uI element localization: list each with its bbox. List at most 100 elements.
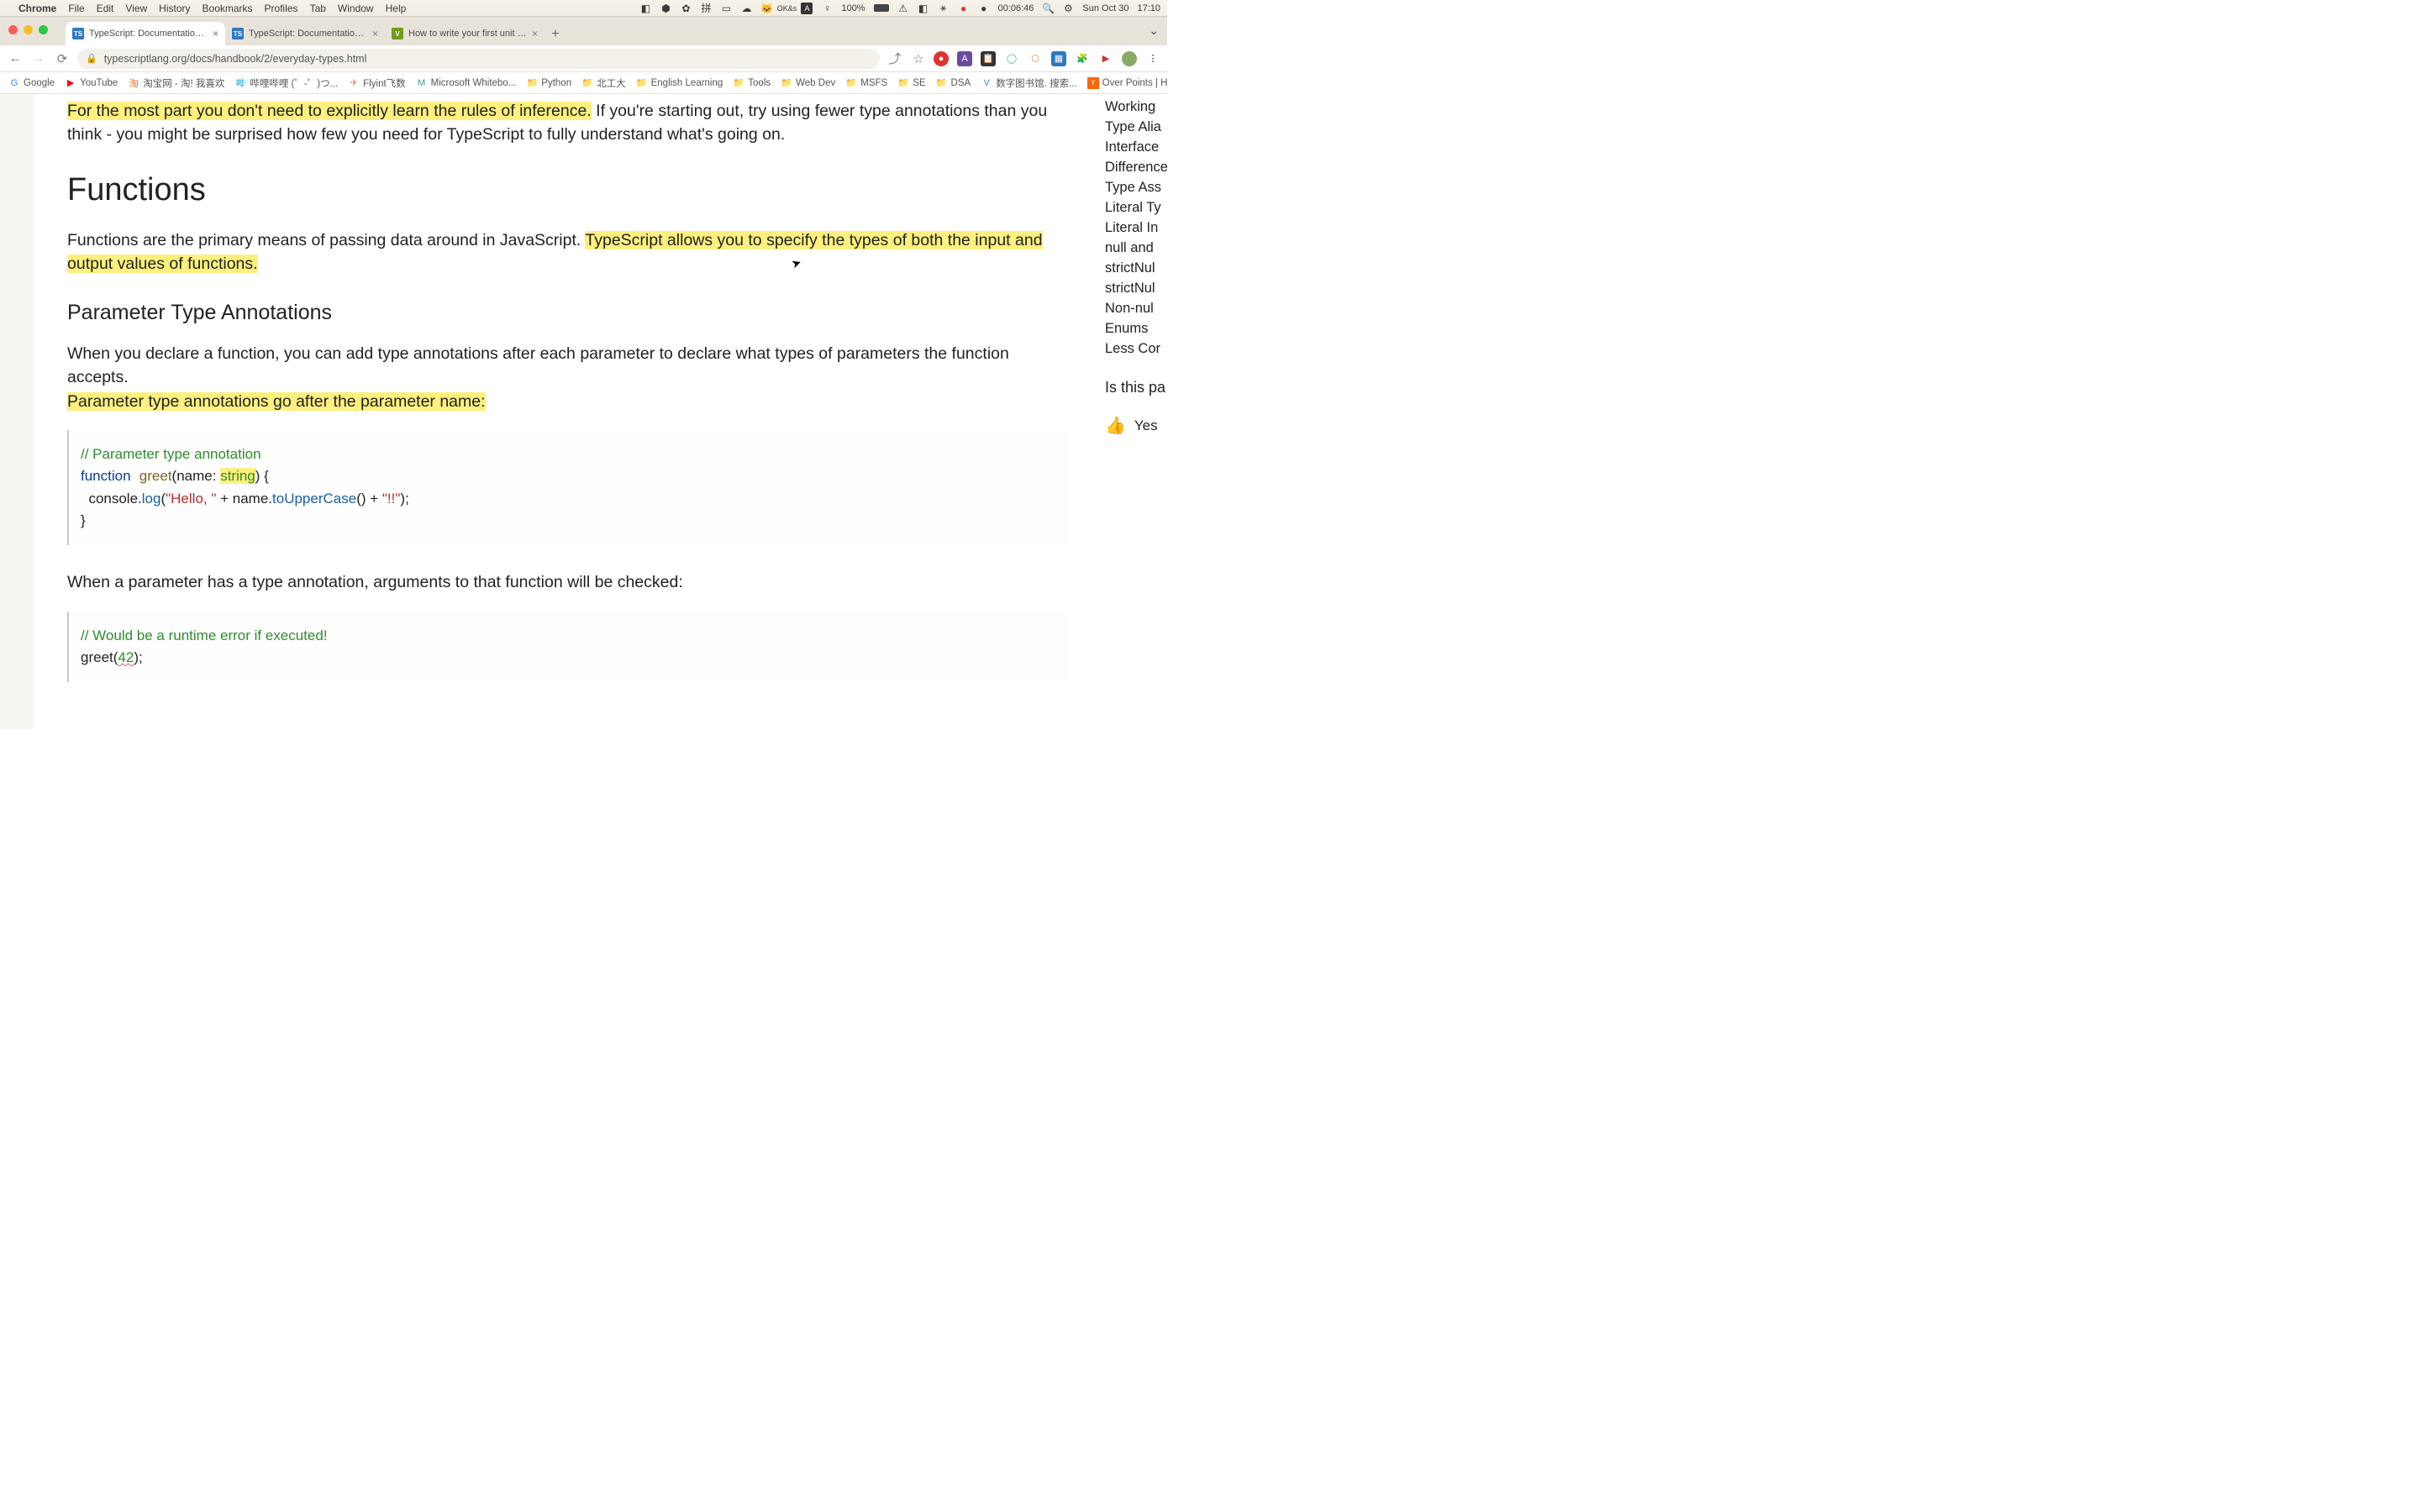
code-number-error: 42 <box>118 649 134 665</box>
tab-typescript-2[interactable]: TS TypeScript: Documentation - N × <box>225 22 385 45</box>
bookmark-google[interactable]: GGoogle <box>8 77 55 89</box>
tabs-menu-button[interactable]: ⌄ <box>1149 24 1159 38</box>
new-tab-button[interactable]: + <box>544 24 566 45</box>
bookmark-folder-english[interactable]: 📁English Learning <box>636 77 723 89</box>
feedback-yes-button[interactable]: 👍 Yes <box>1105 415 1167 436</box>
bookmark-taobao[interactable]: 淘淘宝网 - 淘! 我喜欢 <box>128 76 224 90</box>
toc-item[interactable]: Difference <box>1105 160 1167 176</box>
toc-item[interactable]: Type Alia <box>1105 119 1167 135</box>
toc-item[interactable]: Type Ass <box>1105 180 1167 196</box>
bookmark-folder-msfs[interactable]: 📁MSFS <box>845 77 887 89</box>
tab-title: How to write your first unit tes <box>408 29 527 39</box>
toc-item[interactable]: Enums <box>1105 321 1167 337</box>
reload-button[interactable]: ⟳ <box>54 50 71 67</box>
toolbar: ← → ⟳ 🔒 typescriptlang.org/docs/handbook… <box>0 45 1167 72</box>
menubar-date[interactable]: Sun Oct 30 <box>1082 3 1128 13</box>
time-elapsed[interactable]: 00:06:46 <box>998 3 1034 13</box>
code-text: + name. <box>216 491 272 507</box>
maximize-window-button[interactable] <box>39 25 48 34</box>
menu-profiles[interactable]: Profiles <box>265 3 298 14</box>
close-window-button[interactable] <box>8 25 18 34</box>
status-icon[interactable]: ▭ <box>720 3 732 14</box>
menu-window[interactable]: Window <box>338 3 374 14</box>
toc-item[interactable]: Interface <box>1105 139 1167 155</box>
bookmark-bilibili[interactable]: 哔哔哩哔哩 (゜-゜)つ... <box>234 76 338 90</box>
extension-icon[interactable]: 📋 <box>981 51 996 66</box>
profile-avatar[interactable] <box>1122 51 1137 66</box>
menu-file[interactable]: File <box>68 3 84 14</box>
code-text: (name: <box>172 468 221 484</box>
extensions-menu-icon[interactable]: 🧩 <box>1075 51 1090 66</box>
forward-button[interactable]: → <box>30 50 47 67</box>
bluetooth-icon[interactable]: ⚹ <box>938 3 950 14</box>
close-tab-icon[interactable]: × <box>532 28 538 39</box>
menu-tab[interactable]: Tab <box>310 3 326 14</box>
bookmark-folder-python[interactable]: 📁Python <box>526 77 571 89</box>
status-icon[interactable]: ● <box>978 3 990 14</box>
status-icon[interactable]: ♀ <box>821 3 833 14</box>
toc-item[interactable]: Working <box>1105 99 1167 115</box>
chrome-menu-icon[interactable]: ⋮ <box>1145 51 1160 66</box>
status-icon[interactable]: A <box>801 3 813 14</box>
toc-item[interactable]: strictNul <box>1105 260 1167 276</box>
tab-typescript-1[interactable]: TS TypeScript: Documentation - E × <box>66 22 225 45</box>
toc-item[interactable]: strictNul <box>1105 281 1167 297</box>
battery-icon[interactable] <box>874 4 889 12</box>
toc-item[interactable]: Non-nul <box>1105 301 1167 317</box>
bookmark-bar: GGoogle ▶YouTube 淘淘宝网 - 淘! 我喜欢 哔哔哩哔哩 (゜-… <box>0 72 1167 94</box>
back-button[interactable]: ← <box>7 50 24 67</box>
extension-icon[interactable]: ▦ <box>1051 51 1066 66</box>
menu-bookmarks[interactable]: Bookmarks <box>203 3 253 14</box>
url-text: typescriptlang.org/docs/handbook/2/every… <box>104 53 367 65</box>
close-tab-icon[interactable]: × <box>372 28 378 39</box>
code-string: "Hello, " <box>166 491 216 507</box>
status-icon[interactable]: 🐱 <box>760 3 772 14</box>
close-tab-icon[interactable]: × <box>213 28 218 39</box>
extension-icon[interactable]: ▶ <box>1098 51 1113 66</box>
code-keyword: function <box>81 468 131 484</box>
bookmark-folder-tools[interactable]: 📁Tools <box>733 77 771 89</box>
bookmark-flyint[interactable]: ✈Flyint飞数 <box>348 76 405 90</box>
bookmark-library[interactable]: V数字图书馆. 搜索... <box>981 76 1076 90</box>
toc-item[interactable]: Literal Ty <box>1105 200 1167 216</box>
tab-vitest[interactable]: V How to write your first unit tes × <box>385 22 544 45</box>
status-icon[interactable]: ☁ <box>740 3 752 14</box>
extension-icon[interactable]: ◯ <box>1004 51 1019 66</box>
menu-history[interactable]: History <box>159 3 190 14</box>
search-icon[interactable]: 🔍 <box>1042 3 1054 14</box>
status-icon[interactable]: ● <box>958 3 970 14</box>
menu-edit[interactable]: Edit <box>97 3 114 14</box>
extension-icon[interactable]: A <box>957 51 972 66</box>
minimize-window-button[interactable] <box>24 25 33 34</box>
menu-view[interactable]: View <box>125 3 147 14</box>
bookmark-folder-bjut[interactable]: 📁北工大 <box>581 76 626 90</box>
lock-icon[interactable]: 🔒 <box>86 53 97 64</box>
app-name[interactable]: Chrome <box>18 3 56 14</box>
status-icon[interactable]: ◧ <box>918 3 929 14</box>
bookmark-folder-webdev[interactable]: 📁Web Dev <box>781 77 835 89</box>
status-icon[interactable]: 拼 <box>700 3 712 14</box>
bookmark-folder-se[interactable]: 📁SE <box>897 77 925 89</box>
status-icon[interactable]: OK&s <box>781 3 792 14</box>
battery-percent[interactable]: 100% <box>841 3 865 13</box>
toc-item[interactable]: null and <box>1105 240 1167 256</box>
status-icon[interactable]: ◧ <box>639 3 651 14</box>
status-icon[interactable]: ⬢ <box>660 3 671 14</box>
menubar-time[interactable]: 17:10 <box>1137 3 1160 13</box>
bookmark-star-button[interactable]: ☆ <box>910 50 927 67</box>
bookmark-youtube[interactable]: ▶YouTube <box>65 77 118 89</box>
address-bar[interactable]: 🔒 typescriptlang.org/docs/handbook/2/eve… <box>77 49 880 69</box>
status-icon[interactable]: ✿ <box>680 3 692 14</box>
menu-help[interactable]: Help <box>386 3 407 14</box>
toc-item[interactable]: Literal In <box>1105 220 1167 236</box>
wifi-icon[interactable]: ⚠ <box>897 3 909 14</box>
bookmark-hackernews[interactable]: YOver Points | Hack... <box>1087 77 1167 89</box>
control-center-icon[interactable]: ⚙ <box>1062 3 1074 14</box>
macos-menubar: Chrome File Edit View History Bookmarks … <box>0 0 1167 17</box>
toc-item[interactable]: Less Cor <box>1105 341 1167 357</box>
bookmark-folder-dsa[interactable]: 📁DSA <box>936 77 971 89</box>
bookmark-whiteboard[interactable]: MMicrosoft Whitebo... <box>416 77 517 89</box>
extension-icon[interactable]: ● <box>934 51 949 66</box>
share-button[interactable]: ⤴ <box>886 50 903 67</box>
extension-icon[interactable]: ⬡ <box>1028 51 1043 66</box>
